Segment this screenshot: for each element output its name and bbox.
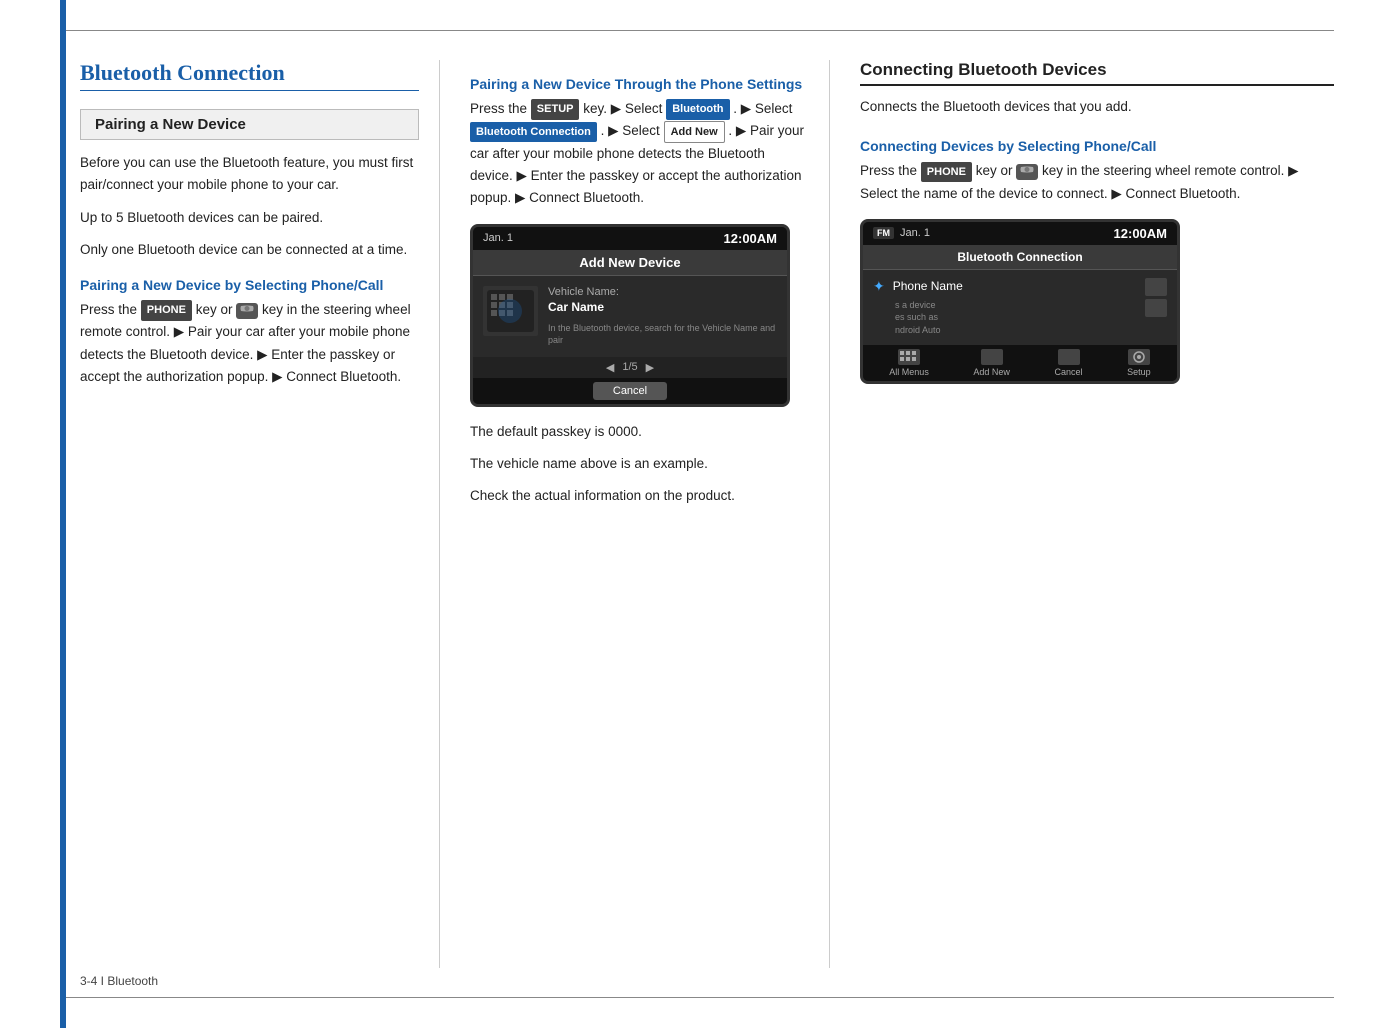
press-text: Press the xyxy=(470,101,527,116)
screen-content-area: Vehicle Name: Car Name In the Bluetooth … xyxy=(473,276,787,357)
key-or-label: key or xyxy=(196,302,233,317)
screen-main-content: Vehicle Name: Car Name In the Bluetooth … xyxy=(548,286,777,347)
phone-badge: PHONE xyxy=(141,300,192,320)
add-new-device-screen: Jan. 1 12:00AM Add New Device xyxy=(470,224,790,407)
screen-info-text: In the Bluetooth device, search for the … xyxy=(548,322,777,347)
pairing-new-device-box: Pairing a New Device xyxy=(80,109,419,140)
call-icon-right xyxy=(1016,164,1038,180)
pairing-through-phone-title: Pairing a New Device Through the Phone S… xyxy=(470,76,809,92)
pairing-body-text-3: Only one Bluetooth device can be connect… xyxy=(80,239,419,261)
next-arrow[interactable]: ▶ xyxy=(646,361,654,374)
connecting-devices-body: Press the PHONE key or key in the steeri… xyxy=(860,160,1334,205)
cancel-item[interactable]: Cancel xyxy=(1055,349,1083,377)
right-column: Connecting Bluetooth Devices Connects th… xyxy=(860,60,1334,968)
connecting-bt-devices-text: Connects the Bluetooth devices that you … xyxy=(860,96,1334,118)
select-label-1: . ▶ Select xyxy=(733,101,792,116)
bt-screen-title: Bluetooth Connection xyxy=(863,245,1177,270)
bt-icon-box-1 xyxy=(1145,278,1167,296)
bottom-border-line xyxy=(60,997,1334,998)
all-menus-icon xyxy=(898,349,920,365)
call-icon xyxy=(236,303,258,319)
screen-footer: Cancel xyxy=(473,378,787,404)
page-number: 3-4 I Bluetooth xyxy=(80,974,158,988)
screen-time: 12:00AM xyxy=(724,231,777,246)
setup-label: Setup xyxy=(1127,367,1151,377)
cancel-icon xyxy=(1058,349,1080,365)
vehicle-label: Vehicle Name: xyxy=(548,286,777,298)
cancel-label: Cancel xyxy=(1055,367,1083,377)
left-accent-bar xyxy=(60,0,66,1028)
pairing-phone-call-text: Press the PHONE key or key in the steeri… xyxy=(80,299,419,388)
key-select-label: key. ▶ Select xyxy=(583,101,662,116)
press-text-r: Press the xyxy=(860,163,917,178)
press-the-label: Press the xyxy=(80,302,137,317)
all-menus-label: All Menus xyxy=(889,367,929,377)
screen-body: Vehicle Name: Car Name In the Bluetooth … xyxy=(473,276,787,378)
connecting-bt-devices-title: Connecting Bluetooth Devices xyxy=(860,60,1334,86)
setup-icon xyxy=(1128,349,1150,365)
bt-device-hint: s a device es such as ndroid Auto xyxy=(895,299,963,337)
bt-phone-name: Phone Name xyxy=(893,279,963,293)
fm-badge: FM xyxy=(873,227,894,239)
screen-title-bar: Add New Device xyxy=(473,250,787,276)
cancel-button[interactable]: Cancel xyxy=(593,382,667,400)
caption-vehicle-name: The vehicle name above is an example. xyxy=(470,453,809,475)
screen-pagination: ◀ 1/5 ▶ xyxy=(473,357,787,378)
pairing-new-device-label: Pairing a New Device xyxy=(95,116,246,133)
bt-connection-screen: FM Jan. 1 12:00AM Bluetooth Connection ✦… xyxy=(860,219,1180,384)
prev-arrow[interactable]: ◀ xyxy=(606,361,614,374)
bt-connection-badge: Bluetooth Connection xyxy=(470,122,597,142)
bt-phone-row: ✦ Phone Name xyxy=(873,278,963,295)
bluetooth-badge: Bluetooth xyxy=(666,99,729,119)
bt-phone-row-container: ✦ Phone Name s a device es such as ndroi… xyxy=(873,278,1167,337)
left-column: Bluetooth Connection Pairing a New Devic… xyxy=(80,60,440,968)
setup-badge: SETUP xyxy=(531,99,580,119)
screen-header: Jan. 1 12:00AM xyxy=(473,227,787,250)
bt-right-icons xyxy=(1145,278,1167,317)
key-or-r: key or xyxy=(976,163,1013,178)
setup-item[interactable]: Setup xyxy=(1127,349,1151,377)
screen-date: Jan. 1 xyxy=(483,232,513,244)
select-label-2: . ▶ Select xyxy=(601,123,660,138)
bt-footer: All Menus Add New Cancel xyxy=(863,345,1177,381)
caption-actual-info: Check the actual information on the prod… xyxy=(470,485,809,507)
caption-passkey: The default passkey is 0000. xyxy=(470,421,809,443)
bt-phone-info: ✦ Phone Name s a device es such as ndroi… xyxy=(873,278,963,337)
bt-screen-header: FM Jan. 1 12:00AM xyxy=(863,222,1177,245)
bt-icon: ✦ xyxy=(873,278,885,295)
phone-badge-r: PHONE xyxy=(921,162,972,182)
add-new-item[interactable]: Add New xyxy=(973,349,1010,377)
bt-date: Jan. 1 xyxy=(900,227,930,239)
add-new-label: Add New xyxy=(973,367,1010,377)
connecting-devices-subtitle: Connecting Devices by Selecting Phone/Ca… xyxy=(860,138,1334,154)
mid-column: Pairing a New Device Through the Phone S… xyxy=(470,60,830,968)
bt-screen-body: ✦ Phone Name s a device es such as ndroi… xyxy=(863,270,1177,345)
bt-time: 12:00AM xyxy=(1114,226,1167,241)
main-content: Bluetooth Connection Pairing a New Devic… xyxy=(80,60,1334,968)
pairing-body-text-2: Up to 5 Bluetooth devices can be paired. xyxy=(80,207,419,229)
pairing-phone-call-title: Pairing a New Device by Selecting Phone/… xyxy=(80,277,419,293)
top-border-line xyxy=(60,30,1334,31)
main-title: Bluetooth Connection xyxy=(80,60,419,91)
vehicle-name: Car Name xyxy=(548,300,777,314)
sidebar-phone-icon xyxy=(483,286,538,336)
page-indicator: 1/5 xyxy=(622,361,637,373)
bt-icon-box-2 xyxy=(1145,299,1167,317)
pairing-through-phone-text: Press the SETUP key. ▶ Select Bluetooth … xyxy=(470,98,809,210)
all-menus-item[interactable]: All Menus xyxy=(889,349,929,377)
add-new-icon xyxy=(981,349,1003,365)
screen-sidebar xyxy=(483,286,538,347)
add-new-badge: Add New xyxy=(664,121,725,143)
pairing-body-text-1: Before you can use the Bluetooth feature… xyxy=(80,152,419,197)
